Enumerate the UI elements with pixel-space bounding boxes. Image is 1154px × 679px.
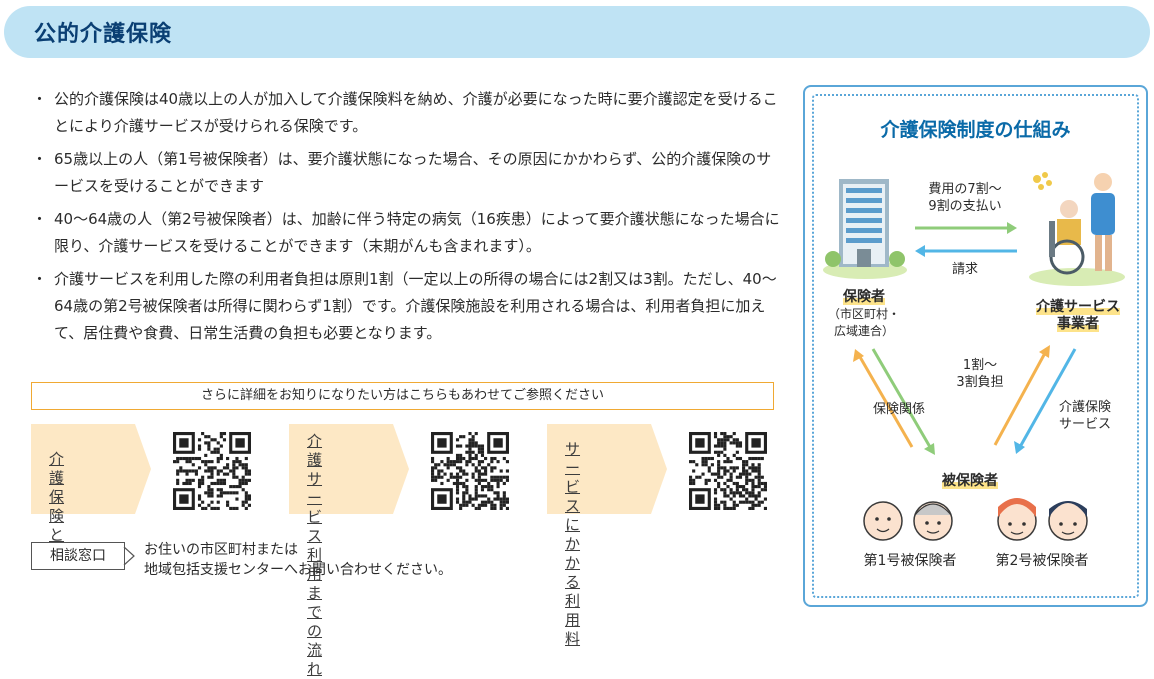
provider-title: 事業者	[1057, 316, 1099, 332]
qr-link-line: かかる	[565, 535, 581, 591]
insured-type1-label: 第1号被保険者	[863, 553, 957, 569]
service-line: 介護保険	[1058, 400, 1111, 415]
payment-label: 費用の7割〜 9割の支払い	[910, 181, 1020, 215]
qr-link-line: 流れ	[307, 641, 323, 678]
insured-label: 被保険者	[915, 473, 1025, 490]
payment-label-line: 費用の7割〜	[928, 182, 1002, 197]
chevron-right-icon	[123, 546, 135, 566]
qr-code-icon[interactable]	[431, 432, 509, 510]
relation-label: 保険関係	[872, 402, 925, 417]
insured-type2-label: 第2号被保険者	[995, 553, 1089, 569]
provider-label: 介護サービス 事業者	[1019, 299, 1137, 333]
qr-code-icon[interactable]	[689, 432, 767, 510]
bullet-list: 公的介護保険は40歳以上の人が加入して介護保険料を納め、介護が必要になった時に要…	[32, 86, 784, 353]
qr-link-line: 利用料	[565, 592, 581, 648]
payment-label-line: 9割の支払い	[928, 199, 1002, 214]
page-title: 公的介護保険	[34, 22, 173, 47]
caregiver-wheelchair-icon	[1029, 172, 1125, 286]
insured-title: 被保険者	[942, 473, 998, 489]
copay-line: 1割〜	[962, 358, 998, 373]
insurer-title: 保険者	[843, 289, 885, 305]
qr-link-label[interactable]: サービスに かかる 利用料	[565, 440, 580, 649]
claim-label: 請求	[951, 262, 978, 277]
consult-line: お住いの市区町村または	[144, 542, 298, 558]
bullet-item: 公的介護保険は40歳以上の人が加入して介護保険料を納め、介護が必要になった時に要…	[32, 86, 784, 140]
insurer-sub: （市区町村・	[827, 307, 900, 321]
consult-text: お住いの市区町村または 地域包括支援センターへお問い合わせください。	[144, 540, 452, 580]
elderly-man-icon	[863, 501, 903, 541]
copay-label: 1割〜 3割負担	[945, 357, 1015, 391]
consult-line: 地域包括支援センターへお問い合わせください。	[144, 562, 452, 578]
insurer-sub: 広域連合）	[833, 324, 894, 338]
detail-note-box: さらに詳細をお知りになりたい方はこちらもあわせてご参照ください	[31, 382, 774, 410]
section-header: 公的介護保険	[4, 6, 1150, 58]
qr-code-icon[interactable]	[173, 432, 251, 510]
system-diagram-panel: 介護保険制度の仕組み 費用の7割〜 9割の支払い 請求 保険者 （市区町村・ 広…	[803, 85, 1148, 607]
consult-label: 相談窓口	[31, 542, 125, 570]
diagram-graphics	[823, 172, 1125, 541]
provider-title: 介護サービス	[1036, 299, 1120, 315]
elderly-woman-icon	[913, 501, 953, 541]
service-label: 介護保険 サービス	[1045, 399, 1125, 433]
bullet-item: 40〜64歳の人（第2号被保険者）は、加齢に伴う特定の病気（16疾患）によって要…	[32, 206, 784, 260]
middle-aged-woman-icon	[997, 498, 1037, 541]
building-icon	[823, 179, 907, 279]
qr-link-line: サービスに	[565, 440, 581, 534]
qr-link-line: 介護保険	[49, 450, 65, 525]
bullet-item: 介護サービスを利用した際の利用者負担は原則1割（一定以上の所得の場合には2割又は…	[32, 266, 784, 347]
copay-line: 3割負担	[956, 375, 1004, 390]
middle-aged-man-icon	[1048, 501, 1088, 541]
bullet-item: 65歳以上の人（第1号被保険者）は、要介護状態になった場合、その原因にかかわらず…	[32, 146, 784, 200]
insurer-label: 保険者 （市区町村・ 広域連合）	[819, 289, 909, 340]
service-line: サービス	[1058, 417, 1111, 432]
qr-link-line: サービス	[307, 470, 323, 545]
qr-link-line: 介護	[307, 432, 323, 469]
